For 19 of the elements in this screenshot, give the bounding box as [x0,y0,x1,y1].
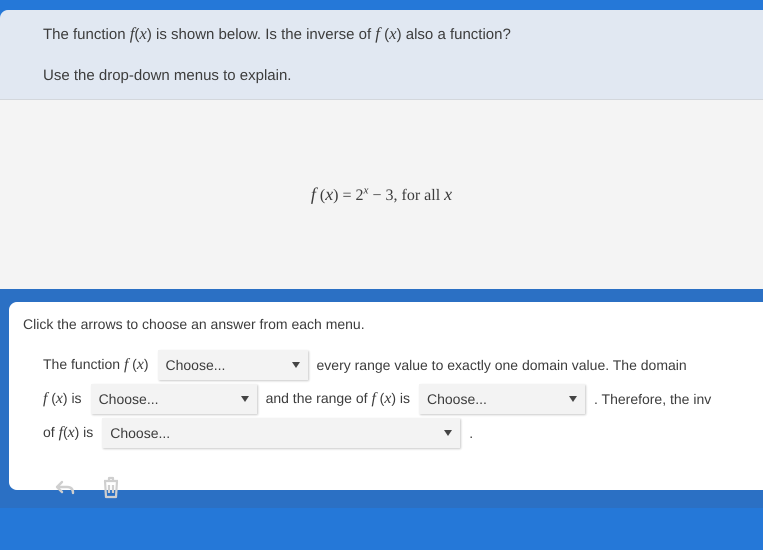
sentence-text: every range value to exactly one domain value. The domain [316,357,687,373]
sentence-text: and the range of f (x) is [266,390,410,408]
caret-icon [240,396,249,402]
sentence-text: . [469,425,474,441]
instruction-text: Click the arrows to choose an answer from each menu. [23,316,366,332]
answer-dropdown[interactable]: Choose... [419,384,585,414]
answer-dropdown[interactable]: Choose... [90,384,257,414]
function-formula: f (x) = 2$^{x}$ − 3, for all x [310,184,452,205]
caret-icon [569,396,577,402]
question-text: The function f(x) is shown below. Is the inverse of f (x) also a function? [43,24,512,45]
sentence-text: f (x) is [43,390,82,408]
sentence-text: The function f (x) [43,356,148,374]
sentence-text: . Therefore, the inv [594,391,712,407]
answer-dropdown[interactable]: Choose... [102,418,460,448]
caret-icon [292,362,300,368]
sentence-text: of f(x) is [43,424,94,442]
caret-icon [444,430,452,436]
answer-dropdown[interactable]: Choose... [158,350,308,380]
question-text: Use the drop-down menus to explain. [43,66,292,86]
